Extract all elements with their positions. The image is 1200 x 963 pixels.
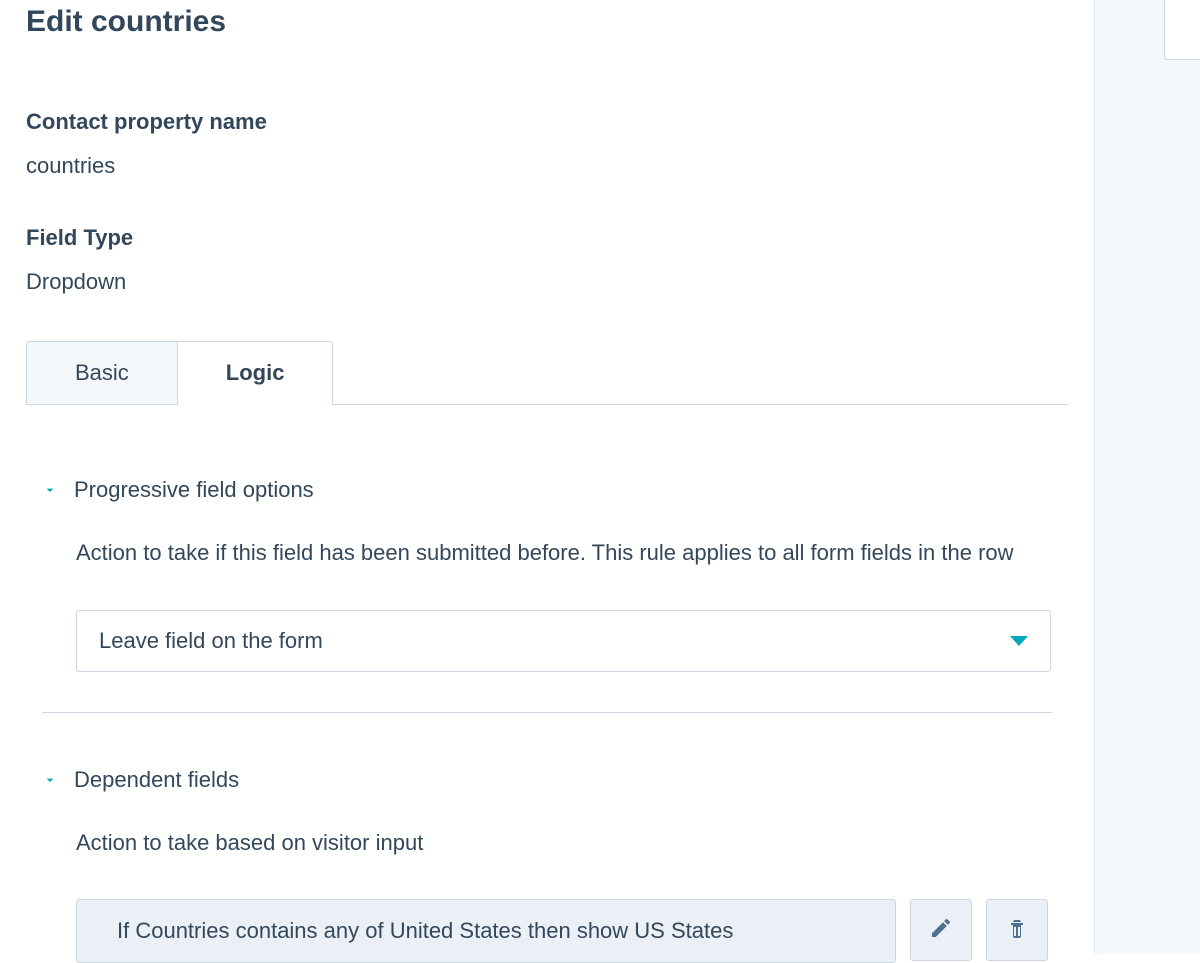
edit-rule-button[interactable] xyxy=(910,899,972,961)
contact-property-group: Contact property name countries xyxy=(26,109,1068,179)
dependent-rule[interactable]: If Countries contains any of United Stat… xyxy=(76,899,896,963)
right-side-card xyxy=(1164,0,1200,60)
caret-down-icon xyxy=(1010,636,1028,646)
progressive-select-value: Leave field on the form xyxy=(99,628,1010,654)
dependent-description: Action to take based on visitor input xyxy=(76,823,1068,864)
chevron-down-icon xyxy=(42,772,58,788)
progressive-header[interactable]: Progressive field options xyxy=(42,477,1068,503)
pencil-icon xyxy=(929,916,953,945)
progressive-body: Action to take if this field has been su… xyxy=(42,533,1068,672)
progressive-description: Action to take if this field has been su… xyxy=(76,533,1068,574)
field-type-value: Dropdown xyxy=(26,269,1068,295)
dependent-body: Action to take based on visitor input If… xyxy=(42,823,1068,963)
field-type-label: Field Type xyxy=(26,225,1068,251)
right-gutter xyxy=(1095,0,1200,954)
trash-icon xyxy=(1005,916,1029,945)
tabs: Basic Logic xyxy=(26,341,1068,405)
field-type-group: Field Type Dropdown xyxy=(26,225,1068,295)
progressive-action-select[interactable]: Leave field on the form xyxy=(76,610,1051,672)
dependent-rule-row: If Countries contains any of United Stat… xyxy=(76,899,1068,963)
contact-property-value: countries xyxy=(26,153,1068,179)
dependent-section: Dependent fields Action to take based on… xyxy=(26,767,1068,963)
contact-property-label: Contact property name xyxy=(26,109,1068,135)
dependent-header[interactable]: Dependent fields xyxy=(42,767,1068,793)
page-title: Edit countries xyxy=(26,5,1068,39)
delete-rule-button[interactable] xyxy=(986,899,1048,961)
progressive-section: Progressive field options Action to take… xyxy=(26,477,1068,672)
chevron-down-icon xyxy=(42,482,58,498)
tab-logic[interactable]: Logic xyxy=(177,341,334,404)
dependent-title: Dependent fields xyxy=(74,767,239,793)
section-divider xyxy=(42,712,1052,713)
progressive-title: Progressive field options xyxy=(74,477,314,503)
edit-panel: Edit countries Contact property name cou… xyxy=(0,0,1095,954)
tab-basic[interactable]: Basic xyxy=(26,341,178,404)
